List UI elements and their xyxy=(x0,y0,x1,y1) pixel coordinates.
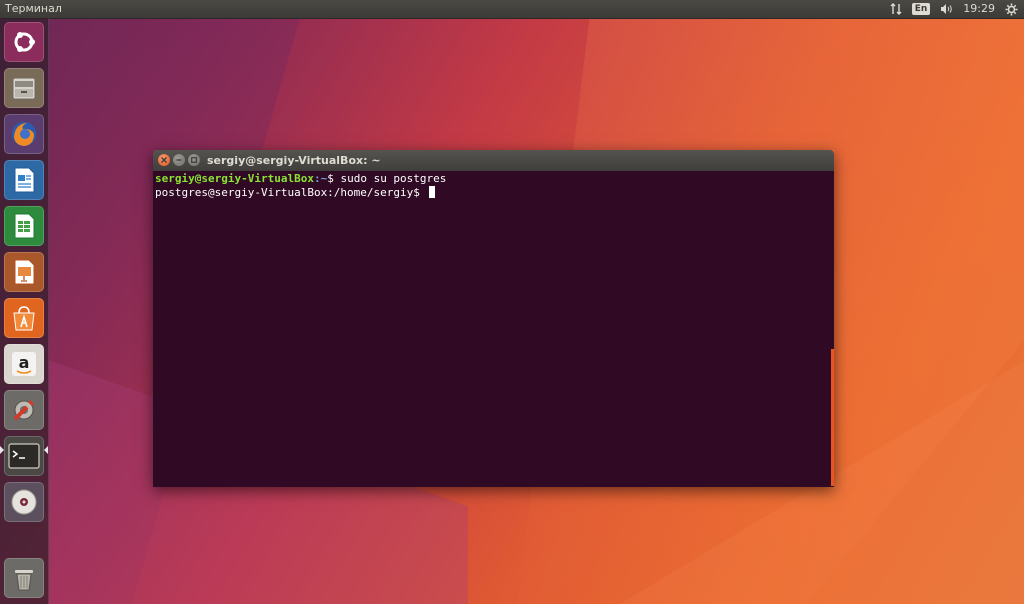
launcher-item-dvd[interactable] xyxy=(4,482,44,522)
terminal-icon xyxy=(8,443,40,469)
prompt-symbol: $ xyxy=(327,172,341,185)
launcher-item-writer[interactable] xyxy=(4,160,44,200)
close-icon xyxy=(161,157,167,163)
ubuntu-logo-icon xyxy=(14,32,35,52)
launcher-item-files[interactable] xyxy=(4,68,44,108)
launcher-item-calc[interactable] xyxy=(4,206,44,246)
gear-icon[interactable] xyxy=(1005,0,1018,18)
close-button[interactable] xyxy=(158,154,170,166)
launcher-item-trash[interactable] xyxy=(4,558,44,598)
launcher-item-terminal[interactable] xyxy=(4,436,44,476)
network-updown-icon[interactable] xyxy=(890,0,902,18)
keyboard-layout-indicator[interactable]: En xyxy=(911,0,931,18)
terminal-titlebar[interactable]: sergiy@sergiy-VirtualBox: ~ xyxy=(153,150,834,171)
minimize-button[interactable] xyxy=(173,154,185,166)
window-title: sergiy@sergiy-VirtualBox: ~ xyxy=(207,154,381,167)
amazon-icon: a xyxy=(12,352,36,376)
file-cabinet-icon xyxy=(12,77,36,100)
scrollbar[interactable] xyxy=(831,349,834,486)
software-center-icon xyxy=(13,306,35,331)
calc-spreadsheet-icon xyxy=(14,213,35,239)
command-text: sudo su postgres xyxy=(340,172,447,185)
settings-tools-icon xyxy=(13,399,35,421)
launcher-item-firefox[interactable] xyxy=(4,114,44,154)
maximize-icon xyxy=(191,157,197,163)
clock[interactable]: 19:29 xyxy=(963,0,995,18)
minimize-icon xyxy=(176,159,182,161)
window-controls xyxy=(158,154,200,166)
keyboard-layout-label: En xyxy=(911,3,931,15)
writer-document-icon xyxy=(14,167,35,193)
active-app-title: Терминал xyxy=(5,2,62,15)
launcher-item-system-settings[interactable] xyxy=(4,390,44,430)
terminal-window: sergiy@sergiy-VirtualBox: ~ sergiy@sergi… xyxy=(153,150,834,487)
optical-disc-icon xyxy=(11,489,37,515)
prompt-user-host: sergiy@sergiy-VirtualBox xyxy=(155,172,314,185)
terminal-line: postgres@sergiy-VirtualBox:/home/sergiy$ xyxy=(155,186,832,200)
volume-icon[interactable] xyxy=(940,0,953,18)
maximize-button[interactable] xyxy=(188,154,200,166)
impress-presentation-icon xyxy=(14,259,35,285)
postgres-prompt: postgres@sergiy-VirtualBox:/home/sergiy$ xyxy=(155,186,427,199)
launcher-item-impress[interactable] xyxy=(4,252,44,292)
launcher: a xyxy=(0,18,49,604)
top-panel: Терминал En 19:29 xyxy=(0,0,1024,18)
svg-text:a: a xyxy=(19,353,30,372)
terminal-line: sergiy@sergiy-VirtualBox:~$ sudo su post… xyxy=(155,172,832,186)
prompt-path: :~ xyxy=(313,172,328,185)
text-cursor xyxy=(428,186,435,198)
trash-icon xyxy=(15,570,33,591)
launcher-item-software[interactable] xyxy=(4,298,44,338)
terminal-output[interactable]: sergiy@sergiy-VirtualBox:~$ sudo su post… xyxy=(153,171,834,487)
firefox-icon xyxy=(12,122,36,146)
launcher-item-dash[interactable] xyxy=(4,22,44,62)
system-tray: En 19:29 xyxy=(890,0,1018,18)
focus-indicator xyxy=(44,446,48,454)
launcher-item-amazon[interactable]: a xyxy=(4,344,44,384)
